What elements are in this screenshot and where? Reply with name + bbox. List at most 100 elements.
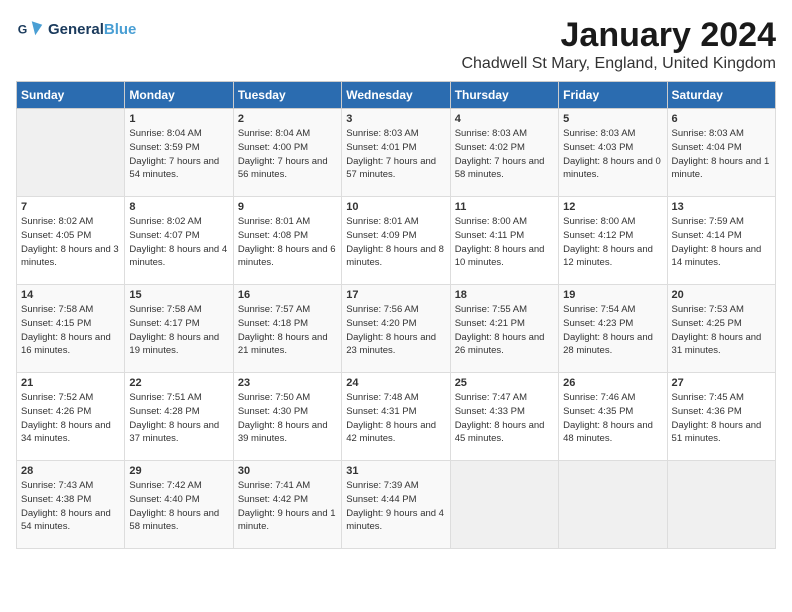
day-cell: 24 Sunrise: 7:48 AM Sunset: 4:31 PM Dayl… bbox=[342, 373, 450, 461]
day-info: Sunrise: 7:50 AM Sunset: 4:30 PM Dayligh… bbox=[238, 391, 337, 446]
sunrise-label: Sunrise: 7:58 AM bbox=[21, 304, 93, 315]
day-cell: 22 Sunrise: 7:51 AM Sunset: 4:28 PM Dayl… bbox=[125, 373, 233, 461]
daylight-label: Daylight: 8 hours and 48 minutes. bbox=[563, 420, 653, 445]
day-info: Sunrise: 7:47 AM Sunset: 4:33 PM Dayligh… bbox=[455, 391, 554, 446]
header-day-wednesday: Wednesday bbox=[342, 82, 450, 109]
day-cell: 5 Sunrise: 8:03 AM Sunset: 4:03 PM Dayli… bbox=[559, 109, 667, 197]
day-number: 16 bbox=[238, 289, 337, 301]
day-info: Sunrise: 7:45 AM Sunset: 4:36 PM Dayligh… bbox=[672, 391, 771, 446]
day-cell: 6 Sunrise: 8:03 AM Sunset: 4:04 PM Dayli… bbox=[667, 109, 775, 197]
day-number: 19 bbox=[563, 289, 662, 301]
month-title: January 2024 bbox=[461, 16, 776, 55]
header-day-thursday: Thursday bbox=[450, 82, 558, 109]
sunrise-label: Sunrise: 8:04 AM bbox=[238, 128, 310, 139]
day-info: Sunrise: 7:48 AM Sunset: 4:31 PM Dayligh… bbox=[346, 391, 445, 446]
day-cell: 11 Sunrise: 8:00 AM Sunset: 4:11 PM Dayl… bbox=[450, 197, 558, 285]
day-cell: 26 Sunrise: 7:46 AM Sunset: 4:35 PM Dayl… bbox=[559, 373, 667, 461]
daylight-label: Daylight: 8 hours and 23 minutes. bbox=[346, 332, 436, 357]
sunrise-label: Sunrise: 7:45 AM bbox=[672, 392, 744, 403]
day-info: Sunrise: 8:02 AM Sunset: 4:07 PM Dayligh… bbox=[129, 215, 228, 270]
day-cell: 18 Sunrise: 7:55 AM Sunset: 4:21 PM Dayl… bbox=[450, 285, 558, 373]
daylight-label: Daylight: 8 hours and 10 minutes. bbox=[455, 244, 545, 269]
sunset-label: Sunset: 4:26 PM bbox=[21, 406, 91, 417]
sunset-label: Sunset: 4:33 PM bbox=[455, 406, 525, 417]
header-day-tuesday: Tuesday bbox=[233, 82, 341, 109]
daylight-label: Daylight: 8 hours and 4 minutes. bbox=[129, 244, 227, 269]
daylight-label: Daylight: 7 hours and 54 minutes. bbox=[129, 156, 219, 181]
day-number: 30 bbox=[238, 465, 337, 477]
daylight-label: Daylight: 8 hours and 58 minutes. bbox=[129, 508, 219, 533]
day-cell: 17 Sunrise: 7:56 AM Sunset: 4:20 PM Dayl… bbox=[342, 285, 450, 373]
daylight-label: Daylight: 8 hours and 6 minutes. bbox=[238, 244, 336, 269]
daylight-label: Daylight: 8 hours and 1 minute. bbox=[672, 156, 770, 181]
day-number: 25 bbox=[455, 377, 554, 389]
sunset-label: Sunset: 4:31 PM bbox=[346, 406, 416, 417]
sunset-label: Sunset: 4:09 PM bbox=[346, 230, 416, 241]
day-info: Sunrise: 7:46 AM Sunset: 4:35 PM Dayligh… bbox=[563, 391, 662, 446]
daylight-label: Daylight: 8 hours and 21 minutes. bbox=[238, 332, 328, 357]
sunset-label: Sunset: 4:20 PM bbox=[346, 318, 416, 329]
day-cell: 30 Sunrise: 7:41 AM Sunset: 4:42 PM Dayl… bbox=[233, 461, 341, 549]
day-number: 17 bbox=[346, 289, 445, 301]
sunset-label: Sunset: 4:05 PM bbox=[21, 230, 91, 241]
daylight-label: Daylight: 8 hours and 28 minutes. bbox=[563, 332, 653, 357]
daylight-label: Daylight: 8 hours and 14 minutes. bbox=[672, 244, 762, 269]
day-cell bbox=[450, 461, 558, 549]
day-cell: 31 Sunrise: 7:39 AM Sunset: 4:44 PM Dayl… bbox=[342, 461, 450, 549]
day-cell: 13 Sunrise: 7:59 AM Sunset: 4:14 PM Dayl… bbox=[667, 197, 775, 285]
day-cell: 20 Sunrise: 7:53 AM Sunset: 4:25 PM Dayl… bbox=[667, 285, 775, 373]
sunset-label: Sunset: 4:44 PM bbox=[346, 494, 416, 505]
day-cell: 23 Sunrise: 7:50 AM Sunset: 4:30 PM Dayl… bbox=[233, 373, 341, 461]
day-cell: 25 Sunrise: 7:47 AM Sunset: 4:33 PM Dayl… bbox=[450, 373, 558, 461]
sunset-label: Sunset: 4:42 PM bbox=[238, 494, 308, 505]
day-number: 22 bbox=[129, 377, 228, 389]
sunrise-label: Sunrise: 7:48 AM bbox=[346, 392, 418, 403]
logo-icon: G bbox=[16, 16, 44, 44]
daylight-label: Daylight: 7 hours and 56 minutes. bbox=[238, 156, 328, 181]
sunrise-label: Sunrise: 8:03 AM bbox=[672, 128, 744, 139]
day-info: Sunrise: 8:02 AM Sunset: 4:05 PM Dayligh… bbox=[21, 215, 120, 270]
calendar-table: SundayMondayTuesdayWednesdayThursdayFrid… bbox=[16, 81, 776, 549]
logo-line2: Blue bbox=[104, 21, 137, 38]
sunrise-label: Sunrise: 7:53 AM bbox=[672, 304, 744, 315]
day-number: 4 bbox=[455, 113, 554, 125]
day-number: 10 bbox=[346, 201, 445, 213]
sunset-label: Sunset: 4:21 PM bbox=[455, 318, 525, 329]
daylight-label: Daylight: 8 hours and 45 minutes. bbox=[455, 420, 545, 445]
location-subtitle: Chadwell St Mary, England, United Kingdo… bbox=[461, 55, 776, 73]
day-number: 29 bbox=[129, 465, 228, 477]
day-info: Sunrise: 8:03 AM Sunset: 4:03 PM Dayligh… bbox=[563, 127, 662, 182]
day-info: Sunrise: 7:41 AM Sunset: 4:42 PM Dayligh… bbox=[238, 479, 337, 534]
sunrise-label: Sunrise: 7:42 AM bbox=[129, 480, 201, 491]
day-cell bbox=[17, 109, 125, 197]
day-number: 31 bbox=[346, 465, 445, 477]
day-info: Sunrise: 7:42 AM Sunset: 4:40 PM Dayligh… bbox=[129, 479, 228, 534]
sunrise-label: Sunrise: 7:50 AM bbox=[238, 392, 310, 403]
sunset-label: Sunset: 4:08 PM bbox=[238, 230, 308, 241]
daylight-label: Daylight: 8 hours and 19 minutes. bbox=[129, 332, 219, 357]
day-cell: 7 Sunrise: 8:02 AM Sunset: 4:05 PM Dayli… bbox=[17, 197, 125, 285]
day-cell: 12 Sunrise: 8:00 AM Sunset: 4:12 PM Dayl… bbox=[559, 197, 667, 285]
day-cell bbox=[667, 461, 775, 549]
sunrise-label: Sunrise: 7:52 AM bbox=[21, 392, 93, 403]
day-number: 5 bbox=[563, 113, 662, 125]
week-row-3: 14 Sunrise: 7:58 AM Sunset: 4:15 PM Dayl… bbox=[17, 285, 776, 373]
sunset-label: Sunset: 4:07 PM bbox=[129, 230, 199, 241]
day-number: 9 bbox=[238, 201, 337, 213]
week-row-5: 28 Sunrise: 7:43 AM Sunset: 4:38 PM Dayl… bbox=[17, 461, 776, 549]
day-cell: 16 Sunrise: 7:57 AM Sunset: 4:18 PM Dayl… bbox=[233, 285, 341, 373]
daylight-label: Daylight: 8 hours and 31 minutes. bbox=[672, 332, 762, 357]
daylight-label: Daylight: 8 hours and 16 minutes. bbox=[21, 332, 111, 357]
week-row-1: 1 Sunrise: 8:04 AM Sunset: 3:59 PM Dayli… bbox=[17, 109, 776, 197]
sunset-label: Sunset: 4:04 PM bbox=[672, 142, 742, 153]
sunset-label: Sunset: 4:17 PM bbox=[129, 318, 199, 329]
day-cell: 4 Sunrise: 8:03 AM Sunset: 4:02 PM Dayli… bbox=[450, 109, 558, 197]
day-info: Sunrise: 7:51 AM Sunset: 4:28 PM Dayligh… bbox=[129, 391, 228, 446]
day-number: 28 bbox=[21, 465, 120, 477]
day-number: 23 bbox=[238, 377, 337, 389]
day-number: 7 bbox=[21, 201, 120, 213]
sunrise-label: Sunrise: 7:58 AM bbox=[129, 304, 201, 315]
sunrise-label: Sunrise: 8:01 AM bbox=[238, 216, 310, 227]
day-number: 15 bbox=[129, 289, 228, 301]
day-info: Sunrise: 8:03 AM Sunset: 4:02 PM Dayligh… bbox=[455, 127, 554, 182]
